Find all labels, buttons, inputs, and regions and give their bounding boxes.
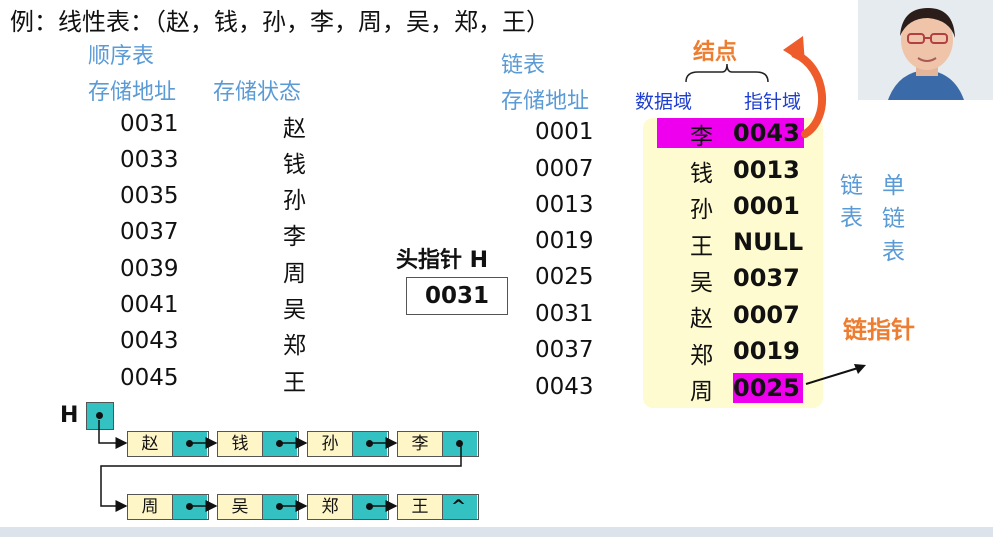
chain-arrows: [98, 420, 462, 512]
webcam-overlay: [858, 0, 993, 100]
presenter-portrait-icon: [858, 0, 993, 100]
bottom-bar: [0, 527, 993, 537]
